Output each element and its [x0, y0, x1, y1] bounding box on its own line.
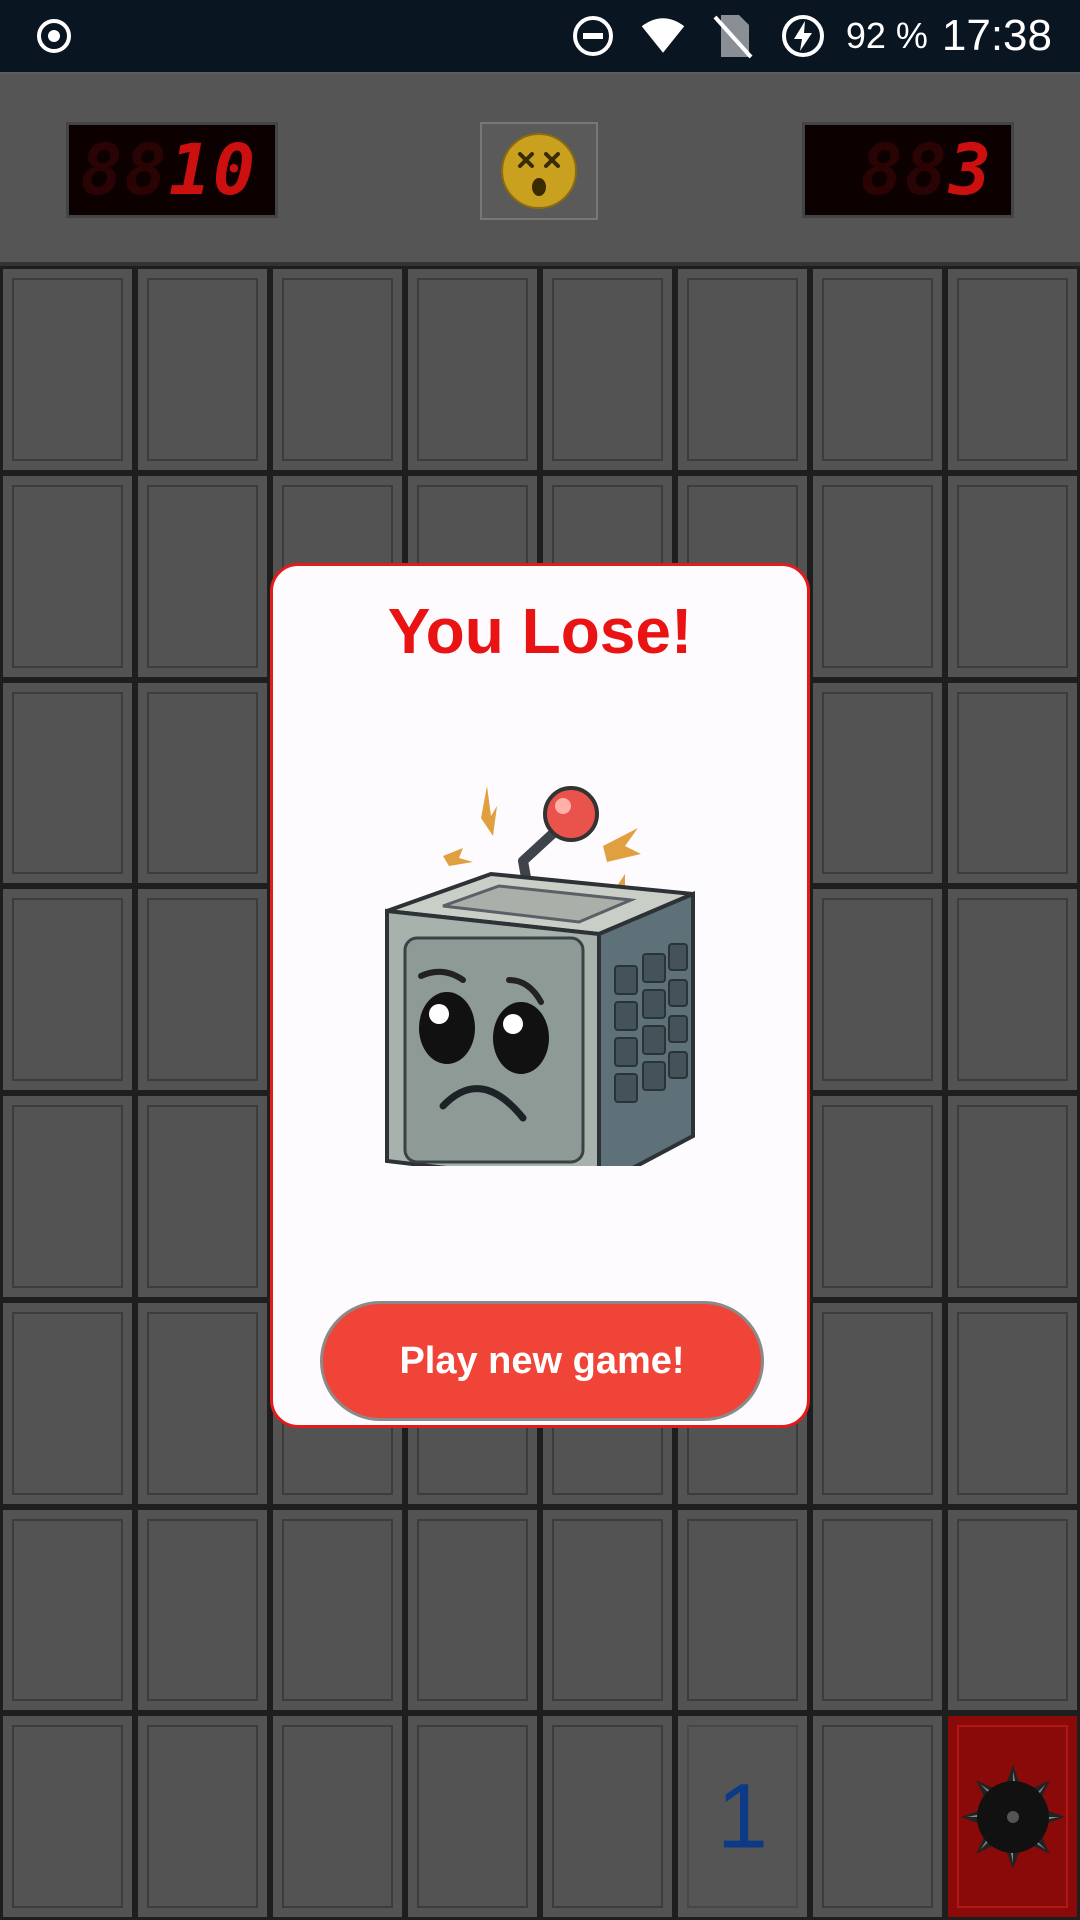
game-header: 88 10 88 3 — [0, 72, 1080, 266]
board-cell[interactable] — [135, 472, 270, 680]
board-cell[interactable] — [135, 1299, 270, 1507]
clock: 17:38 — [941, 11, 1052, 60]
dnd-icon — [570, 13, 616, 59]
board-cell[interactable] — [945, 1093, 1080, 1300]
board-cell[interactable] — [675, 1506, 810, 1714]
wifi-icon — [640, 13, 686, 59]
mines-counter-ghost: 88 — [80, 129, 169, 211]
battery-charging-icon — [780, 13, 826, 59]
board-cell[interactable] — [0, 1299, 135, 1507]
mine-icon — [960, 1764, 1065, 1869]
board-cell[interactable] — [0, 1713, 135, 1920]
play-new-game-button[interactable]: Play new game! — [320, 1301, 764, 1421]
cell-number: 1 — [716, 1765, 769, 1868]
board-cell[interactable] — [135, 266, 270, 473]
record-icon — [36, 18, 72, 54]
board-cell[interactable] — [810, 679, 945, 887]
board-cell[interactable] — [540, 1713, 675, 1920]
board-cell[interactable] — [945, 1299, 1080, 1507]
board-cell[interactable] — [0, 1093, 135, 1300]
board-cell[interactable] — [270, 1713, 405, 1920]
board-cell[interactable] — [135, 886, 270, 1093]
board-cell[interactable] — [135, 1093, 270, 1300]
board-cell[interactable] — [135, 679, 270, 887]
board-cell[interactable] — [945, 886, 1080, 1093]
board-cell[interactable] — [270, 266, 405, 473]
board-cell[interactable] — [135, 1506, 270, 1714]
board-cell[interactable] — [945, 1506, 1080, 1714]
board-cell[interactable] — [810, 1713, 945, 1920]
board-cell[interactable] — [675, 266, 810, 473]
sad-bomb-robot-image — [385, 786, 695, 1166]
board-cell[interactable] — [0, 472, 135, 680]
board-cell[interactable] — [540, 266, 675, 473]
board-cell[interactable] — [270, 1506, 405, 1714]
battery-percent: 92 % — [845, 15, 928, 56]
dead-face-icon — [501, 133, 577, 209]
board-cell[interactable]: 1 — [675, 1713, 810, 1920]
board-cell[interactable] — [810, 266, 945, 473]
dialog-title: You Lose! — [387, 595, 693, 667]
board-cell[interactable] — [540, 1506, 675, 1714]
board-cell[interactable] — [810, 472, 945, 680]
board-cell[interactable] — [810, 1093, 945, 1300]
board-cell[interactable] — [405, 266, 540, 473]
timer-ghost: 88 — [860, 129, 949, 211]
mines-counter-value: 10 — [168, 129, 257, 211]
game-over-dialog: You Lose! Play new game! — [270, 563, 810, 1428]
board-cell[interactable] — [810, 1299, 945, 1507]
no-sim-icon — [710, 13, 756, 59]
board-cell[interactable] — [810, 1506, 945, 1714]
board-cell[interactable] — [0, 679, 135, 887]
board-cell[interactable] — [810, 886, 945, 1093]
status-bar: 92 % 17:38 — [0, 0, 1080, 72]
board-cell[interactable] — [405, 1506, 540, 1714]
board-cell[interactable] — [0, 886, 135, 1093]
board-cell[interactable] — [405, 1713, 540, 1920]
timer-counter: 88 3 — [802, 122, 1014, 218]
reset-face-button[interactable] — [480, 122, 598, 220]
board-cell[interactable] — [0, 266, 135, 473]
board-cell[interactable] — [945, 472, 1080, 680]
board-cell[interactable] — [135, 1713, 270, 1920]
board-cell[interactable] — [0, 1506, 135, 1714]
board-cell[interactable] — [945, 1713, 1080, 1920]
mines-counter: 88 10 — [66, 122, 278, 218]
board-cell[interactable] — [945, 679, 1080, 887]
timer-value: 3 — [948, 129, 993, 211]
board-cell[interactable] — [945, 266, 1080, 473]
